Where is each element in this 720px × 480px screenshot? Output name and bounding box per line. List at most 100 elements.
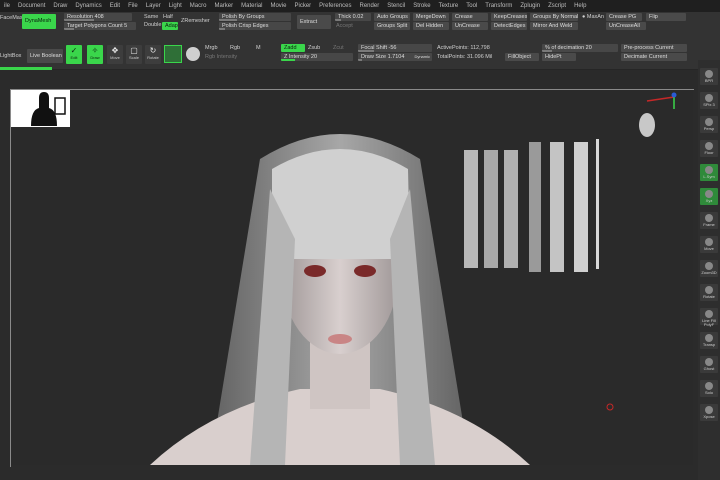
material-swatch[interactable] [164, 45, 182, 63]
draw-button[interactable]: ✧ Draw [87, 45, 103, 64]
target-polygons-slider[interactable]: Target Polygons Count 5 [64, 22, 136, 30]
rgb-intensity-slider[interactable]: Rgb Intensity [205, 54, 237, 61]
shelf-button[interactable]: Xpose [700, 404, 718, 421]
shelf-button-icon [705, 286, 713, 294]
menu-item[interactable]: Draw [49, 0, 71, 12]
menu-item[interactable]: Marker [210, 0, 237, 12]
maxang-slider[interactable]: ● MaxAn [582, 14, 604, 21]
menu-item[interactable]: Edit [106, 0, 124, 12]
menu-item[interactable]: Stencil [383, 0, 409, 12]
resolution-slider[interactable]: Resolution 408 [64, 13, 132, 21]
hide-pt-button[interactable]: HidePt [542, 53, 576, 61]
thick-slider[interactable]: Thick 0.02 [335, 13, 371, 21]
shelf-button[interactable]: Frame [700, 212, 718, 229]
merge-down-button[interactable]: MergeDown [413, 13, 449, 21]
half-button[interactable]: Half [163, 14, 173, 21]
shelf-button[interactable]: Persp [700, 116, 718, 133]
polish-crisp-edges[interactable]: Polish Crisp Edges [219, 22, 291, 30]
menu-item[interactable]: Picker [290, 0, 315, 12]
m-button[interactable]: M [256, 45, 261, 52]
rotate-button[interactable]: ↻ Rotate [145, 45, 161, 64]
flip-button[interactable]: Flip [646, 13, 686, 21]
menu-item[interactable]: Layer [142, 0, 165, 12]
menu-item[interactable]: Preferences [315, 0, 355, 12]
menu-item[interactable]: Material [237, 0, 266, 12]
zcut-button[interactable]: Zcut [333, 45, 344, 52]
detect-edges-button[interactable]: DetectEdges [491, 22, 527, 30]
menu-item[interactable]: Help [570, 0, 590, 12]
menu-item[interactable]: Stroke [409, 0, 434, 12]
rgb-button[interactable]: Rgb [230, 45, 240, 52]
keep-creases-button[interactable]: KeepCreases [491, 13, 527, 21]
menu-item[interactable]: Macro [186, 0, 211, 12]
menu-item[interactable]: Movie [266, 0, 290, 12]
focal-shift-slider[interactable]: Focal Shift -56 [358, 44, 432, 52]
menu-item[interactable]: File [124, 0, 142, 12]
mirror-and-weld-button[interactable]: Mirror And Weld [530, 22, 578, 30]
dynamesh-button[interactable]: DynaMesh [22, 14, 56, 29]
preprocess-current-button[interactable]: Pre-process Current [621, 44, 687, 52]
menu-item[interactable]: Light [165, 0, 186, 12]
menu-item[interactable]: Transform [481, 0, 516, 12]
menu-item[interactable]: Zplugin [516, 0, 544, 12]
shelf-button-icon [705, 214, 713, 222]
uncrease-button[interactable]: UnCrease [452, 22, 488, 30]
shelf-button[interactable]: BPR [700, 68, 718, 85]
navigator-thumbnail[interactable] [11, 90, 70, 127]
shelf-button[interactable]: L.Sym [700, 164, 718, 181]
menu-item[interactable]: Document [14, 0, 49, 12]
zadd-button[interactable]: Zadd [281, 44, 305, 52]
shelf-button[interactable]: Floor [700, 140, 718, 157]
accept-button[interactable]: Accept [336, 23, 353, 30]
shelf-button-icon [705, 262, 713, 270]
z-intensity-slider[interactable]: Z Intensity 20 [281, 53, 353, 61]
shelf-button[interactable]: Rotate [700, 284, 718, 301]
total-points: TotalPoints: 31.096 Mil [437, 54, 493, 60]
adapt-button[interactable]: Adapt [162, 22, 178, 30]
polish-by-groups[interactable]: Polish By Groups [219, 13, 291, 21]
menu-item[interactable]: ile [0, 0, 14, 12]
groups-by-normals-button[interactable]: Groups By Normals [530, 13, 578, 21]
zsub-button[interactable]: Zsub [308, 45, 320, 52]
shelf-button[interactable]: Transp [700, 332, 718, 349]
live-boolean-button[interactable]: Live Boolean [27, 49, 63, 63]
mrgb-button[interactable]: Mrgb [205, 45, 218, 52]
menu-item[interactable]: Dynamics [71, 0, 105, 12]
shelf-button[interactable]: Line Fill PolyF [700, 308, 718, 327]
decimation-slider[interactable]: % of decimation 20 [542, 44, 618, 52]
crease-pg-button[interactable]: Crease PG [606, 13, 642, 21]
edit-label: Edit [70, 55, 78, 60]
shelf-button[interactable]: Move [700, 236, 718, 253]
groups-split-button[interactable]: Groups Split [374, 22, 410, 30]
shelf-button-label: Rotate [703, 294, 715, 299]
scale-button[interactable]: ▢ Scale [126, 45, 142, 64]
extract-button[interactable]: Extract [297, 15, 331, 29]
menu-item[interactable]: Tool [462, 0, 481, 12]
shelf-button-label: Persp [703, 126, 715, 131]
shelf-button[interactable]: Ghost [700, 356, 718, 373]
shelf-button[interactable]: Solo [700, 380, 718, 397]
del-hidden-button[interactable]: Del Hidden [413, 22, 449, 30]
shelf-button-icon [705, 118, 713, 126]
zremesher-button[interactable]: ZRemesher [181, 18, 210, 25]
texture-sphere-icon[interactable] [186, 47, 200, 61]
draw-size-slider[interactable]: Draw Size 1.7104 Dynamic [358, 53, 432, 61]
dynamic-toggle[interactable]: Dynamic [414, 53, 430, 61]
shelf-button[interactable]: Zoom3D [700, 260, 718, 277]
same-button[interactable]: Same [144, 14, 158, 21]
double-button[interactable]: Double [144, 22, 161, 29]
crease-button[interactable]: Crease [452, 13, 488, 21]
menu-item[interactable]: Render [356, 0, 384, 12]
menu-item[interactable]: Texture [435, 0, 463, 12]
shelf-button[interactable]: SPix 3 [700, 92, 718, 109]
edit-button[interactable]: ✓ Edit [66, 45, 82, 64]
menu-item[interactable]: Zscript [544, 0, 570, 12]
shelf-button[interactable]: Xyz [700, 188, 718, 205]
auto-groups-button[interactable]: Auto Groups [374, 13, 410, 21]
fill-object-button[interactable]: FillObject [505, 53, 539, 61]
decimate-current-button[interactable]: Decimate Current [621, 53, 687, 61]
lightbox-tab[interactable]: LightBox [0, 53, 21, 60]
move-button[interactable]: ✥ Move [107, 45, 123, 64]
shelf-button-icon [705, 70, 713, 78]
uncrease-all-button[interactable]: UnCreaseAll [606, 22, 646, 30]
